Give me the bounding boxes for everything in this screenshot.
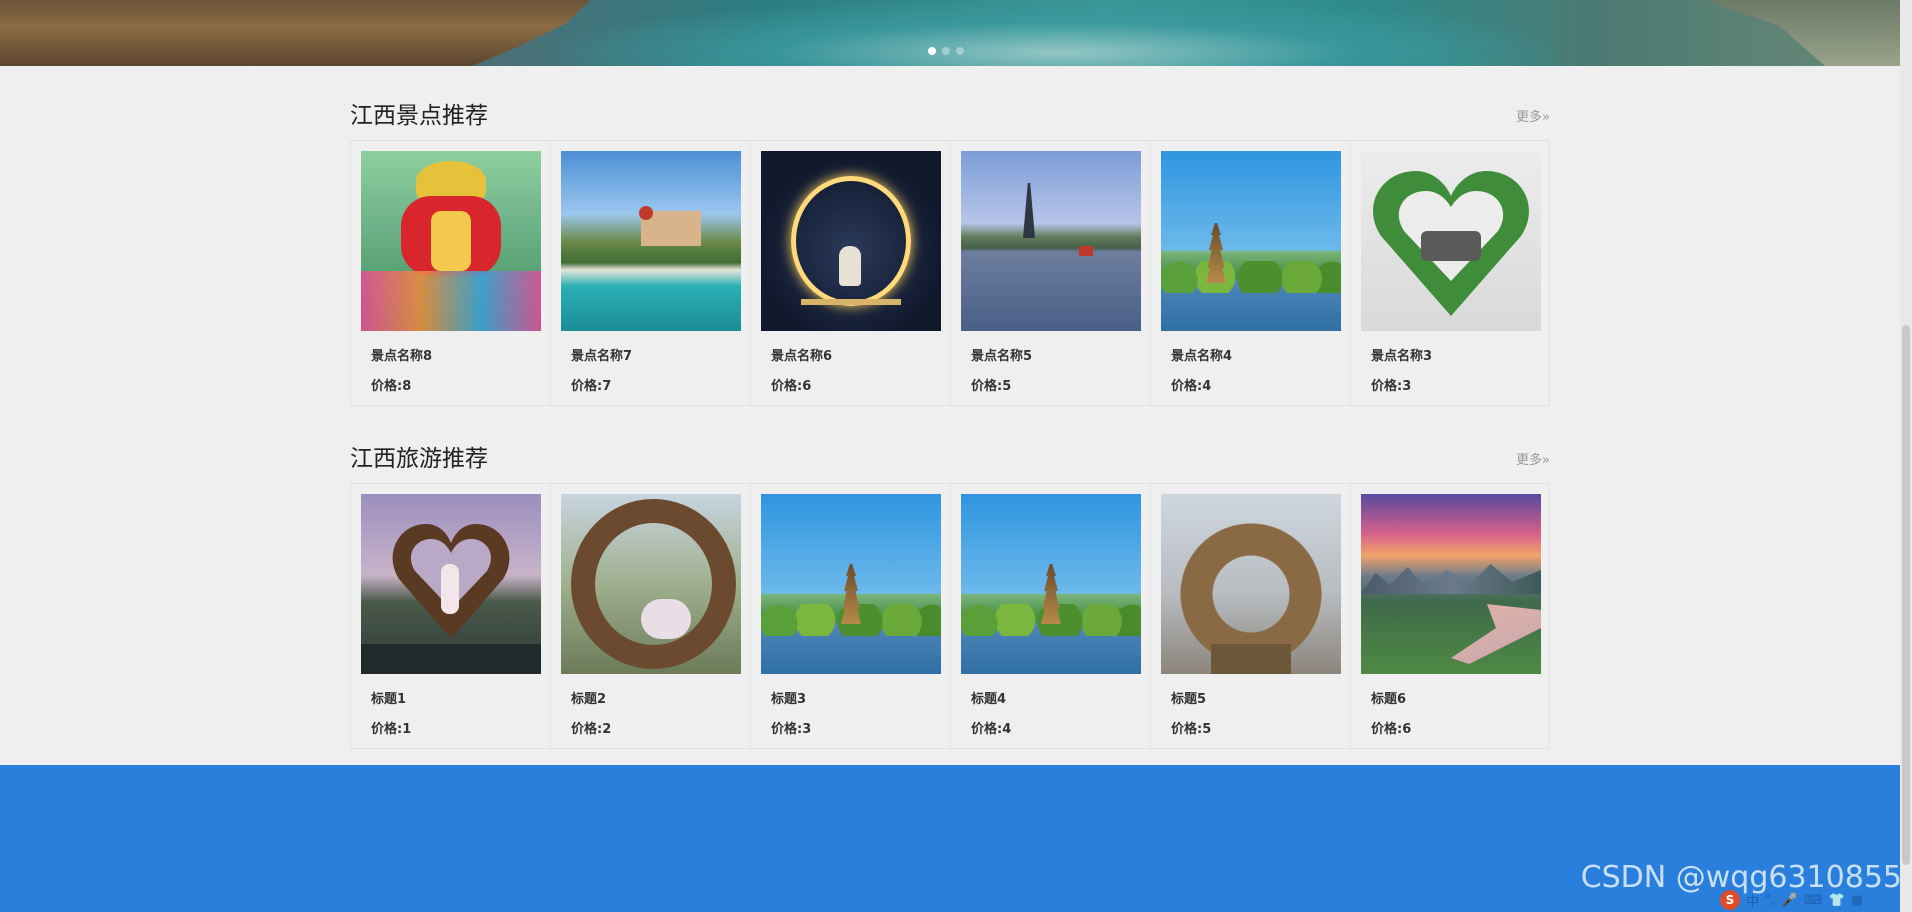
punctuation-icon[interactable]: °, <box>1765 893 1776 908</box>
scenic-image-lake-dusk[interactable] <box>961 151 1141 331</box>
section-header: 江西景点推荐 更多» <box>350 96 1550 140</box>
card-price: 价格:4 <box>1171 379 1212 394</box>
skin-icon[interactable]: 👕 <box>1829 893 1845 908</box>
carousel-dot-3[interactable] <box>956 47 964 55</box>
scenic-card[interactable]: 景点名称5 价格:5 <box>951 141 1151 405</box>
travel-card[interactable]: 标题1 价格:1 <box>351 484 551 748</box>
scrollbar-thumb[interactable] <box>1902 325 1910 865</box>
card-title: 标题5 <box>1171 692 1207 707</box>
card-title: 景点名称6 <box>771 349 833 364</box>
hero-banner[interactable] <box>0 0 1900 66</box>
scenic-image-lake-pagoda[interactable] <box>1161 151 1341 331</box>
grid-icon[interactable]: ▦ <box>1851 893 1863 908</box>
card-title: 标题4 <box>971 692 1007 707</box>
pagoda <box>1041 564 1061 624</box>
travel-card[interactable]: 标题4 价格:4 <box>951 484 1151 748</box>
travel-grid: 标题1 价格:1 标题2 价格:2 标题3 价格:3 标题4 价格:4 标题5 … <box>350 483 1550 749</box>
scenic-grid: 景点名称8 价格:8 景点名称7 价格:7 景点名称6 价格:6 景点名称5 价… <box>350 140 1550 406</box>
pagoda <box>1206 223 1226 283</box>
scenic-image-green-heart[interactable] <box>1361 151 1541 331</box>
banner-rock-left <box>0 0 590 66</box>
card-price: 价格:7 <box>571 379 612 394</box>
card-title: 景点名称8 <box>371 349 433 364</box>
more-link[interactable]: 更多» <box>1516 106 1550 125</box>
travel-card[interactable]: 标题6 价格:6 <box>1351 484 1551 748</box>
card-price: 价格:4 <box>971 722 1012 737</box>
card-title: 景点名称4 <box>1171 349 1233 364</box>
travel-image-straw-nest[interactable] <box>1161 494 1341 674</box>
card-price: 价格:6 <box>771 379 812 394</box>
travel-card[interactable]: 标题3 价格:3 <box>751 484 951 748</box>
card-price: 价格:8 <box>371 379 412 394</box>
travel-image-lake-pagoda[interactable] <box>961 494 1141 674</box>
scenic-card[interactable]: 景点名称4 价格:4 <box>1151 141 1351 405</box>
carousel-dots <box>928 47 964 55</box>
card-price: 价格:1 <box>371 722 412 737</box>
ime-toolbar[interactable]: S 中 °, 🎤 ⌨ 👕 ▦ <box>1720 888 1900 912</box>
ime-logo-icon[interactable]: S <box>1720 890 1740 910</box>
microphone-icon[interactable]: 🎤 <box>1782 893 1798 908</box>
card-title: 标题1 <box>371 692 407 707</box>
card-price: 价格:3 <box>771 722 812 737</box>
card-price: 价格:6 <box>1371 722 1412 737</box>
page-scrollbar[interactable] <box>1900 0 1912 912</box>
section-travel-recommend: 江西旅游推荐 更多» 标题1 价格:1 标题2 价格:2 标题3 价格:3 标题… <box>350 439 1550 749</box>
card-price: 价格:2 <box>571 722 612 737</box>
travel-card[interactable]: 标题2 价格:2 <box>551 484 751 748</box>
banner-water <box>560 0 1560 66</box>
card-title: 景点名称3 <box>1371 349 1433 364</box>
card-title: 标题2 <box>571 692 607 707</box>
travel-image-karst-river[interactable] <box>1361 494 1541 674</box>
section-header: 江西旅游推荐 更多» <box>350 439 1550 483</box>
card-title: 标题3 <box>771 692 807 707</box>
section-scenic-recommend: 江西景点推荐 更多» 景点名称8 价格:8 景点名称7 价格:7 景点名称6 价… <box>350 96 1550 406</box>
keyboard-icon[interactable]: ⌨ <box>1804 893 1823 908</box>
travel-image-heart-arch[interactable] <box>361 494 541 674</box>
ime-lang-label[interactable]: 中 <box>1746 891 1759 910</box>
trees <box>1161 261 1341 293</box>
carousel-dot-2[interactable] <box>942 47 950 55</box>
scenic-card[interactable]: 景点名称8 价格:8 <box>351 141 551 405</box>
card-title: 景点名称5 <box>971 349 1033 364</box>
pagoda <box>841 564 861 624</box>
card-price: 价格:5 <box>1171 722 1212 737</box>
card-title: 景点名称7 <box>571 349 633 364</box>
scenic-card[interactable]: 景点名称6 价格:6 <box>751 141 951 405</box>
card-price: 价格:5 <box>971 379 1012 394</box>
scenic-image-glowing-ring[interactable] <box>761 151 941 331</box>
travel-image-twig-nest[interactable] <box>561 494 741 674</box>
travel-card[interactable]: 标题5 价格:5 <box>1151 484 1351 748</box>
card-title: 标题6 <box>1371 692 1407 707</box>
section-title: 江西景点推荐 <box>350 103 488 129</box>
travel-image-lake-pagoda[interactable] <box>761 494 941 674</box>
scenic-card[interactable]: 景点名称7 价格:7 <box>551 141 751 405</box>
scenic-card[interactable]: 景点名称3 价格:3 <box>1351 141 1551 405</box>
more-link[interactable]: 更多» <box>1516 449 1550 468</box>
scenic-image-lakeside[interactable] <box>561 151 741 331</box>
card-price: 价格:3 <box>1371 379 1412 394</box>
carousel-dot-1[interactable] <box>928 47 936 55</box>
section-title: 江西旅游推荐 <box>350 446 488 472</box>
scenic-image-lantern[interactable] <box>361 151 541 331</box>
banner-rock-right <box>1705 0 1900 66</box>
